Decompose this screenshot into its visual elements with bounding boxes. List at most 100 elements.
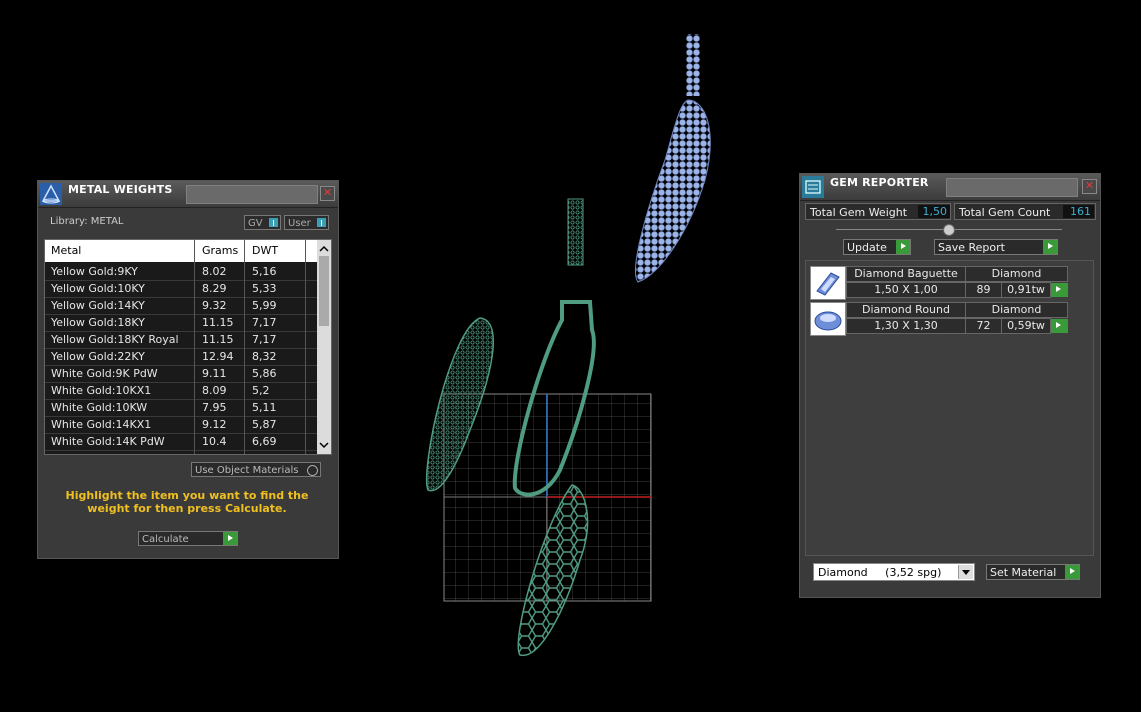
table-row[interactable]: White Gold:14K PdW 10.4 6,69 <box>45 433 317 451</box>
dwt-value: 5,33 <box>252 282 277 295</box>
dwt-value: 7,17 <box>252 316 277 329</box>
gem-material: Diamond <box>965 266 1068 282</box>
gem-reporter-title: GEM REPORTER <box>830 176 929 189</box>
metal-name: Yellow Gold:9KY <box>51 265 138 278</box>
user-toggle[interactable]: User <box>284 215 329 230</box>
column-divider <box>244 240 245 454</box>
set-material-label: Set Material <box>990 566 1057 579</box>
save-report-label: Save Report <box>938 241 1005 254</box>
metal-name: Yellow Gold:14KY <box>51 299 145 312</box>
metal-weights-icon <box>40 183 62 205</box>
column-divider <box>305 240 306 454</box>
scroll-thumb[interactable] <box>319 256 329 326</box>
table-row[interactable]: White Gold:9K PdW 9.11 5,86 <box>45 365 317 383</box>
gem-reporter-icon <box>802 176 824 198</box>
total-gem-weight-value: 1,50 <box>918 205 950 218</box>
metal-name: White Gold:9K PdW <box>51 367 158 380</box>
play-icon <box>896 240 910 254</box>
table-row[interactable]: Yellow Gold:14KY 9.32 5,99 <box>45 297 317 315</box>
total-gem-count-field: Total Gem Count 161 <box>954 203 1096 220</box>
gem-count: 72 <box>965 318 1002 334</box>
gv-toggle-label: GV <box>248 218 263 229</box>
toggle-knob-icon <box>269 218 278 227</box>
gem-row[interactable]: Diamond Baguette Diamond 1,50 X 1,00 89 … <box>810 266 1070 300</box>
blue-gem-cluster[interactable] <box>634 34 711 283</box>
gem-details-button[interactable] <box>1051 319 1068 333</box>
close-button[interactable]: ✕ <box>320 186 335 201</box>
grams-value: 9.12 <box>202 418 227 431</box>
user-toggle-label: User <box>288 218 311 229</box>
scroll-down-icon[interactable] <box>317 438 331 452</box>
total-gem-count-value: 161 <box>1063 205 1094 218</box>
column-header-grams[interactable]: Grams <box>202 244 238 257</box>
metal-name: White Gold:10KX1 <box>51 384 152 397</box>
gem-size: 1,50 X 1,00 <box>846 282 966 298</box>
library-label: Library: METAL <box>50 216 124 227</box>
gem-reporter-titlebar[interactable]: GEM REPORTER ✕ <box>800 174 1100 201</box>
grams-value: 9.32 <box>202 299 227 312</box>
table-row[interactable]: Yellow Gold:18KY 11.15 7,17 <box>45 314 317 332</box>
dwt-value: 5,99 <box>252 299 277 312</box>
column-header-metal[interactable]: Metal <box>51 244 81 257</box>
dwt-value: 7,17 <box>252 333 277 346</box>
table-row[interactable]: Yellow Gold:22KY 12.94 8,32 <box>45 348 317 366</box>
scroll-up-icon[interactable] <box>317 242 331 256</box>
grams-value: 12.94 <box>202 350 234 363</box>
zoom-slider[interactable] <box>836 224 1062 236</box>
play-icon <box>1065 565 1079 579</box>
table-row[interactable]: Yellow Gold:10KY 8.29 5,33 <box>45 280 317 298</box>
gem-details-button[interactable] <box>1051 283 1068 297</box>
update-button[interactable]: Update <box>843 239 911 255</box>
gem-name: Diamond Baguette <box>846 266 966 282</box>
titlebar-grip <box>186 185 318 204</box>
dwt-value: 5,2 <box>252 384 270 397</box>
close-button[interactable]: ✕ <box>1082 179 1097 194</box>
table-row[interactable]: White Gold:14KX1 9.12 5,87 <box>45 416 317 434</box>
metal-name: Yellow Gold:18KY <box>51 316 145 329</box>
metal-table[interactable]: Metal Grams DWT Yellow Gold:9KY 8.02 5,16 Y… <box>44 239 332 455</box>
table-row[interactable]: White Gold:10KX1 8.09 5,2 <box>45 382 317 400</box>
use-object-materials-toggle[interactable]: Use Object Materials <box>191 462 321 477</box>
instruction-text: Highlight the item you want to find the … <box>65 489 309 515</box>
dwt-value: 5,11 <box>252 401 277 414</box>
grams-value: 8.29 <box>202 282 227 295</box>
chevron-down-icon[interactable] <box>958 565 973 579</box>
save-report-button[interactable]: Save Report <box>934 239 1058 255</box>
table-row[interactable]: White Gold:10KW 7.95 5,11 <box>45 399 317 417</box>
titlebar-grip <box>946 178 1078 197</box>
gem-weight: 0,59tw <box>1001 318 1051 334</box>
gem-name: Diamond Round <box>846 302 966 318</box>
calculate-button[interactable]: Calculate <box>138 531 238 546</box>
metal-weights-titlebar[interactable]: METAL WEIGHTS ✕ <box>38 181 338 208</box>
metal-name: White Gold:14KX1 <box>51 418 152 431</box>
vertical-scrollbar[interactable] <box>317 240 331 454</box>
metal-weights-panel: METAL WEIGHTS ✕ Library: METAL GV User M… <box>37 180 339 559</box>
gem-reporter-panel: GEM REPORTER ✕ Total Gem Weight 1,50 Tot… <box>799 173 1101 598</box>
gem-row[interactable]: Diamond Round Diamond 1,30 X 1,30 72 0,5… <box>810 302 1070 336</box>
toggle-knob-icon <box>317 218 326 227</box>
total-gem-weight-label: Total Gem Weight <box>810 206 908 219</box>
round-gem-icon <box>810 302 846 336</box>
material-select[interactable]: Diamond (3,52 spg) <box>813 563 975 581</box>
use-object-materials-label: Use Object Materials <box>195 465 299 476</box>
gv-toggle[interactable]: GV <box>244 215 281 230</box>
total-gem-weight-field: Total Gem Weight 1,50 <box>805 203 951 220</box>
total-gem-count-label: Total Gem Count <box>959 206 1051 219</box>
calculate-label: Calculate <box>142 534 189 545</box>
table-row[interactable]: Yellow Gold:18KY Royal 11.15 7,17 <box>45 331 317 349</box>
grams-value: 8.09 <box>202 384 227 397</box>
dwt-value: 5,87 <box>252 418 277 431</box>
table-header: Metal Grams DWT <box>45 240 317 262</box>
metal-name: White Gold:14K PdW <box>51 435 165 448</box>
table-row[interactable]: Yellow Gold:9KY 8.02 5,16 <box>45 263 317 281</box>
column-header-dwt[interactable]: DWT <box>252 244 278 257</box>
update-label: Update <box>847 241 887 254</box>
slider-handle[interactable] <box>943 224 955 236</box>
gem-weight: 0,91tw <box>1001 282 1051 298</box>
metal-name: Yellow Gold:22KY <box>51 350 145 363</box>
play-icon <box>223 532 237 545</box>
gem-list[interactable]: Diamond Baguette Diamond 1,50 X 1,00 89 … <box>805 260 1094 556</box>
grams-value: 11.15 <box>202 316 234 329</box>
gem-count: 89 <box>965 282 1002 298</box>
set-material-button[interactable]: Set Material <box>986 564 1080 580</box>
